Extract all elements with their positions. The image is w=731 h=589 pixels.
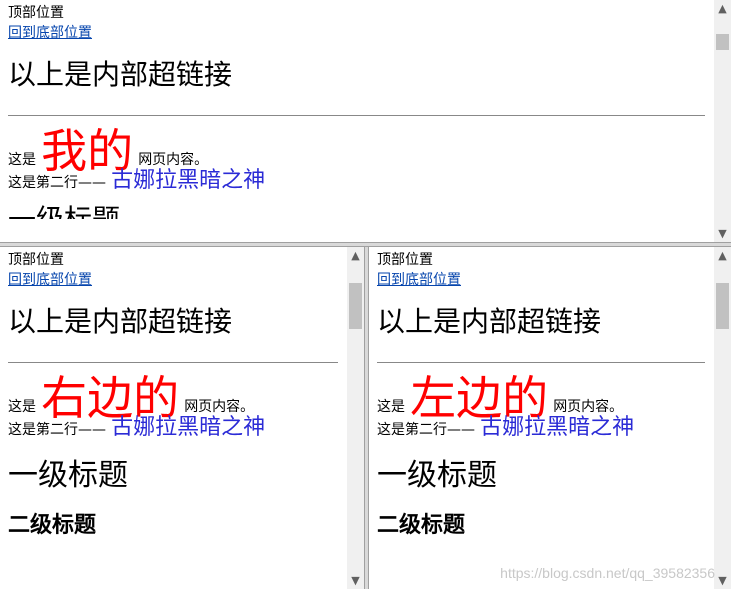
frame-top-content: 顶部位置 回到底部位置 以上是内部超链接 这是 我的 网页内容。 这是第二行——… [8, 5, 705, 219]
watermark-text: https://blog.csdn.net/qq_39582356 [500, 565, 715, 581]
page-heading: 以上是内部超链接 [377, 305, 602, 338]
heading-level-2: 二级标题 [8, 512, 97, 538]
scroll-down-icon[interactable]: ▼ [714, 225, 731, 242]
heading-level-1: 一级标题 [377, 458, 497, 493]
scroll-down-icon[interactable]: ▼ [714, 572, 731, 589]
scroll-down-icon[interactable]: ▼ [347, 572, 364, 589]
frame-left-content: 顶部位置 回到底部位置 以上是内部超链接 这是 右边的 网页内容。 这是第二行—… [8, 252, 338, 540]
horizontal-rule [8, 362, 338, 363]
frame-right[interactable]: 顶部位置 回到底部位置 以上是内部超链接 这是 左边的 网页内容。 这是第二行—… [369, 247, 731, 589]
scroll-thumb[interactable] [349, 283, 362, 329]
frame-left-scrollbar[interactable]: ▲ ▼ [347, 247, 364, 589]
frame-left[interactable]: 顶部位置 回到底部位置 以上是内部超链接 这是 右边的 网页内容。 这是第二行—… [0, 247, 364, 589]
scroll-thumb[interactable] [716, 283, 729, 329]
page-heading: 以上是内部超链接 [8, 305, 233, 338]
frame-top-scrollbar[interactable]: ▲ ▼ [714, 0, 731, 242]
line2-blue-text: 古娜拉黑暗之神 [111, 168, 266, 193]
content-line-2: 这是第二行—— 古娜拉黑暗之神 [377, 412, 705, 446]
page-heading: 以上是内部超链接 [8, 58, 233, 91]
scroll-up-icon[interactable]: ▲ [714, 247, 731, 264]
line2-blue-text: 古娜拉黑暗之神 [111, 415, 266, 440]
horizontal-rule [8, 115, 705, 116]
frame-right-scrollbar[interactable]: ▲ ▼ [714, 247, 731, 589]
scroll-thumb[interactable] [716, 34, 729, 50]
line2-blue-text: 古娜拉黑暗之神 [480, 415, 635, 440]
content-line-2: 这是第二行—— 古娜拉黑暗之神 [8, 165, 705, 199]
line2-prefix: 这是第二行—— [8, 175, 106, 191]
scroll-up-icon[interactable]: ▲ [347, 247, 364, 264]
top-anchor-text: 顶部位置 [377, 252, 433, 268]
top-anchor-text: 顶部位置 [8, 252, 64, 268]
line2-prefix: 这是第二行—— [377, 422, 475, 438]
heading-level-2: 二级标题 [377, 512, 466, 538]
scroll-up-icon[interactable]: ▲ [714, 0, 731, 17]
back-to-bottom-link[interactable]: 回到底部位置 [8, 272, 92, 289]
line2-prefix: 这是第二行—— [8, 422, 106, 438]
top-anchor-text: 顶部位置 [8, 5, 64, 21]
back-to-bottom-link[interactable]: 回到底部位置 [8, 25, 92, 42]
back-to-bottom-link[interactable]: 回到底部位置 [377, 272, 461, 289]
heading-level-1: 一级标题 [8, 458, 128, 493]
horizontal-rule [377, 362, 705, 363]
frame-top[interactable]: 顶部位置 回到底部位置 以上是内部超链接 这是 我的 网页内容。 这是第二行——… [0, 0, 731, 242]
partial-heading: 一级标题 [8, 205, 705, 219]
frame-right-content: 顶部位置 回到底部位置 以上是内部超链接 这是 左边的 网页内容。 这是第二行—… [377, 252, 705, 540]
content-line-2: 这是第二行—— 古娜拉黑暗之神 [8, 412, 338, 446]
